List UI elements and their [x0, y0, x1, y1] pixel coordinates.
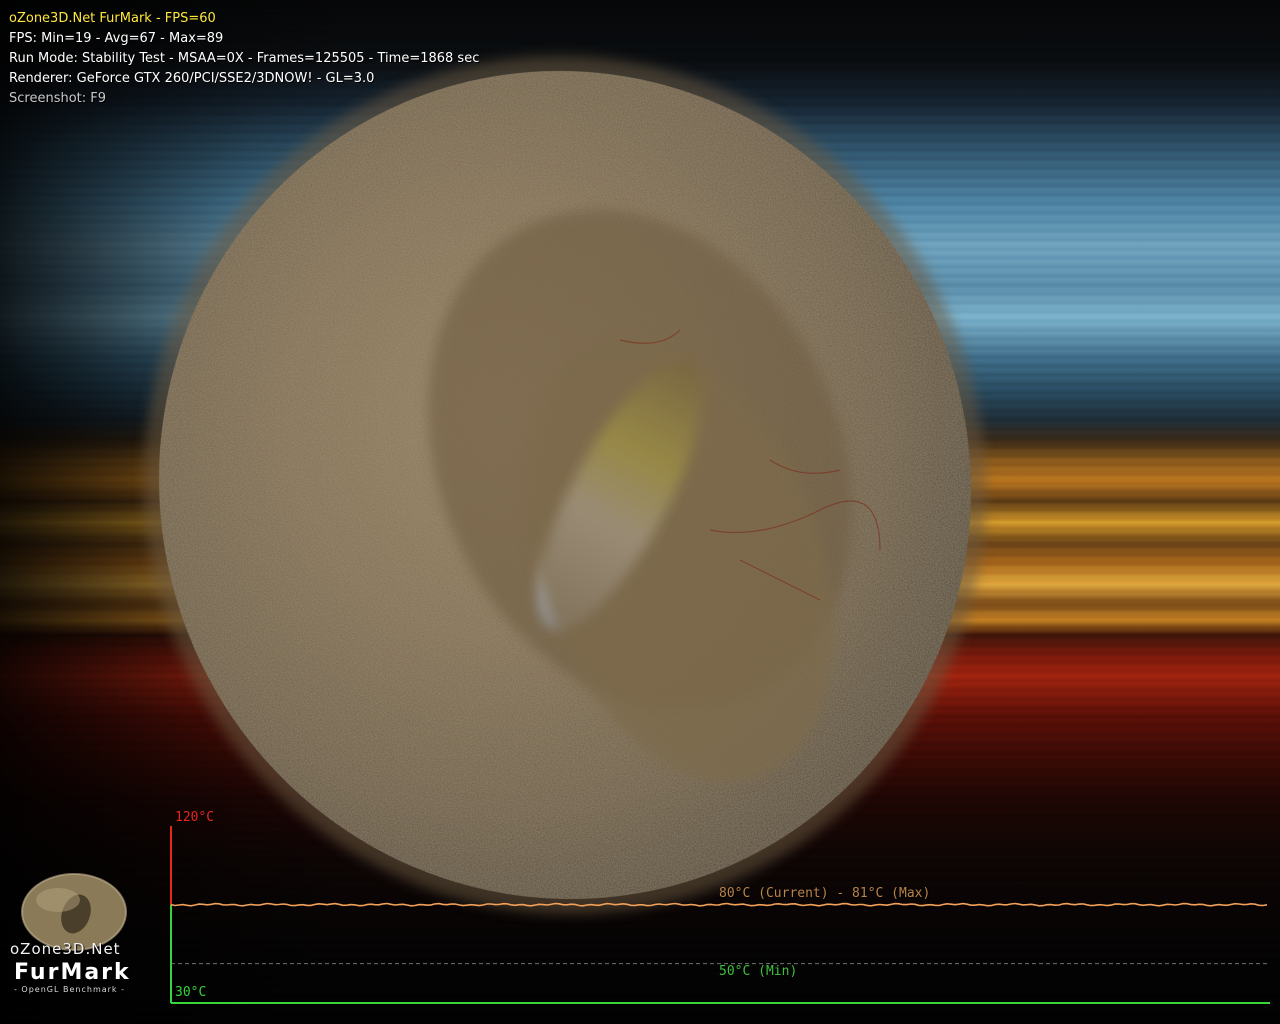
run-mode-line: Run Mode: Stability Test - MSAA=0X - Fra… — [9, 51, 480, 66]
furmark-logo: oZone3D.Net FurMark - OpenGL Benchmark - — [8, 872, 138, 1002]
fur-torus-graphic — [144, 55, 986, 915]
logo-tagline: - OpenGL Benchmark - — [14, 985, 125, 994]
fps-stats-line: FPS: Min=19 - Avg=67 - Max=89 — [9, 31, 224, 46]
furmark-viewport: oZone3D.Net FurMark - FPS=60 FPS: Min=19… — [0, 0, 1280, 1024]
benchmark-info-overlay: oZone3D.Net FurMark - FPS=60 FPS: Min=19… — [9, 9, 479, 109]
title-fps-line: oZone3D.Net FurMark - FPS=60 — [9, 11, 216, 26]
logo-brand-text: FurMark — [14, 960, 131, 985]
logo-site-text: oZone3D.Net — [10, 940, 121, 958]
fur-torus — [120, 40, 1020, 960]
screenshot-hint: Screenshot: F9 — [9, 91, 107, 106]
renderer-line: Renderer: GeForce GTX 260/PCI/SSE2/3DNOW… — [9, 71, 375, 86]
